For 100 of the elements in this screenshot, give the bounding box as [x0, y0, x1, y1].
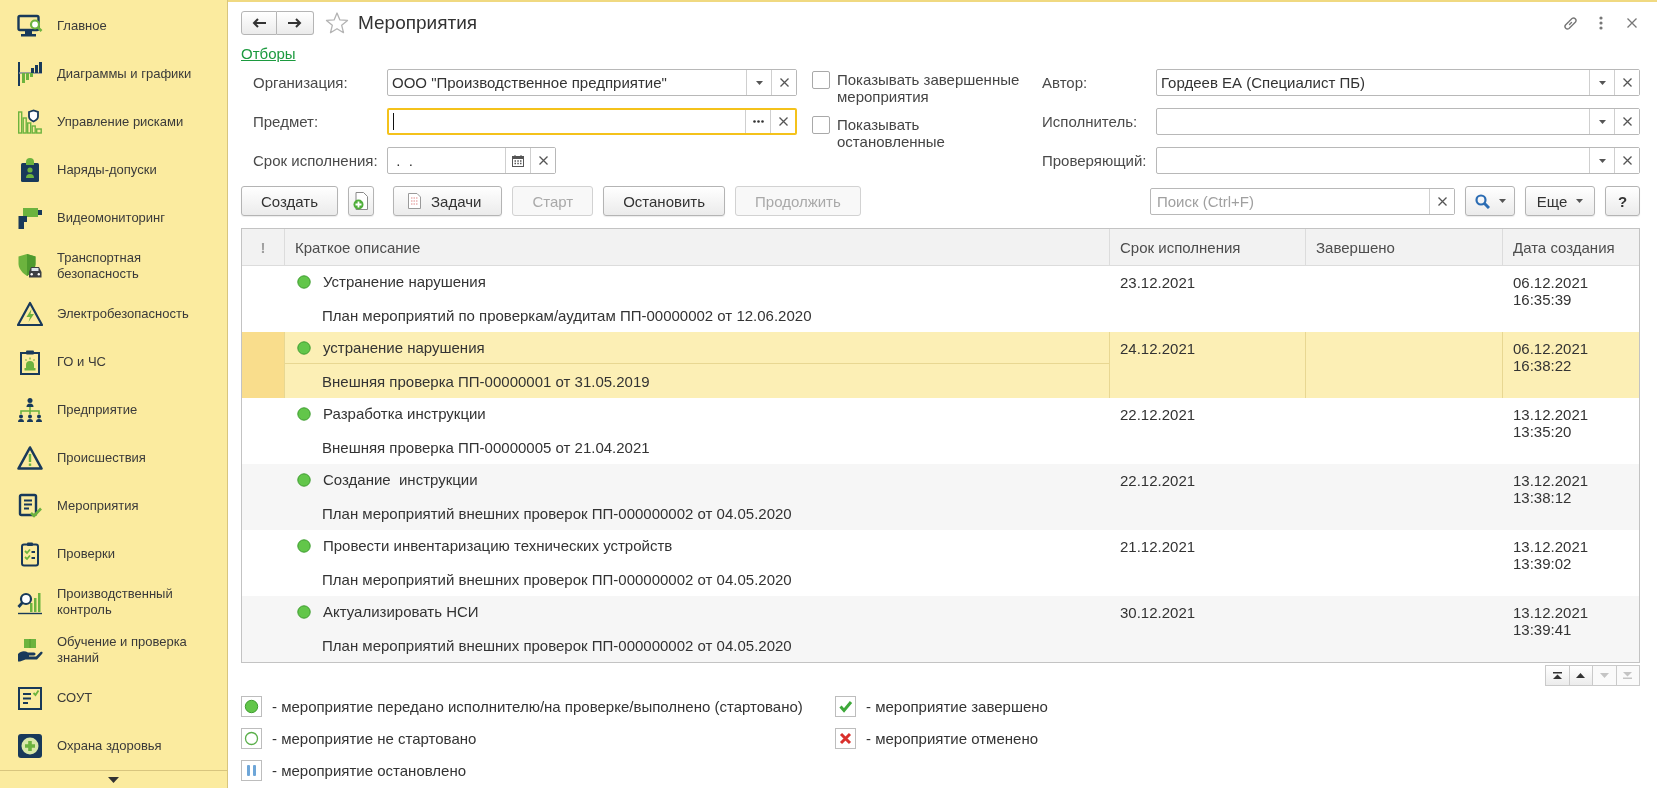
checkbox[interactable] — [812, 71, 830, 89]
field-label: Организация: — [253, 74, 348, 91]
event-title: Актуализировать НСИ — [323, 603, 479, 620]
due-date: 22.12.2021 — [1120, 406, 1196, 423]
table-row[interactable]: Актуализировать НСИ План мероприятий внешних проверок ПП-000000002 от 04.05.2020 30.12.2021 13.12.2021 13:39:41 — [242, 596, 1639, 662]
more-button[interactable]: Еще — [1525, 186, 1595, 216]
status-dot-icon — [297, 604, 311, 619]
sidebar-item[interactable]: Видеомониторинг — [0, 194, 227, 242]
sidebar-item[interactable]: Управление рисками — [0, 98, 227, 146]
column-header[interactable]: Срок исполнения — [1109, 229, 1305, 265]
dropdown-field[interactable] — [1156, 147, 1640, 174]
sidebar-item[interactable]: Проверки — [0, 530, 227, 578]
column-header[interactable]: Краткое описание — [284, 229, 1109, 265]
cross-icon — [1622, 156, 1632, 165]
choice-field[interactable] — [387, 108, 797, 135]
clear-button[interactable] — [771, 70, 796, 95]
caret-down-icon — [108, 776, 119, 783]
sidebar-scroll-button[interactable] — [108, 776, 119, 783]
created-date: 13.12.2021 — [1513, 538, 1589, 555]
clear-button[interactable] — [1614, 109, 1639, 134]
help-button[interactable]: ? — [1605, 186, 1640, 216]
sidebar-item[interactable]: Главное — [0, 2, 227, 50]
caret-down-icon — [1598, 80, 1606, 85]
cross-icon — [835, 727, 856, 749]
sidebar-item[interactable]: Происшествия — [0, 434, 227, 482]
status-dot-icon — [297, 538, 311, 553]
clear-button[interactable] — [1614, 148, 1639, 173]
add-document-icon — [353, 192, 369, 210]
table-row[interactable]: устранение нарушения Внешняя проверка ПП-00000001 от 31.05.2019 24.12.2021 06.12.2021 16:38:22 — [242, 332, 1639, 398]
sidebar-item[interactable]: Производственный контроль — [0, 578, 227, 626]
legend-text: - мероприятие передано исполнителю/на проверке/выполнено (стартовано) — [272, 697, 803, 715]
date-field[interactable]: . . — [387, 147, 556, 174]
sidebar-item[interactable]: Охрана здоровья — [0, 722, 227, 770]
more-vertical-icon[interactable] — [1599, 16, 1603, 30]
sidebar-item[interactable]: Электробезопасность — [0, 290, 227, 338]
caret-down-icon — [1598, 158, 1606, 163]
sidebar-item[interactable]: Диаграммы и графики — [0, 50, 227, 98]
sidebar-item[interactable]: Предприятие — [0, 386, 227, 434]
sidebar-item[interactable]: СОУТ — [0, 674, 227, 722]
ellipsis-icon — [752, 120, 764, 123]
cross-icon — [778, 117, 788, 126]
created-date: 13.12.2021 — [1513, 406, 1589, 423]
search-button[interactable] — [1465, 186, 1515, 216]
scroll-to-top-button[interactable] — [1545, 665, 1570, 686]
row-marker — [242, 332, 284, 398]
toolbar-button[interactable]: Задачи — [393, 186, 503, 216]
event-basis: План мероприятий внешних проверок ПП-000000002 от 04.05.2020 — [322, 636, 792, 654]
pause-icon — [241, 759, 262, 781]
caret-down-icon — [1576, 199, 1584, 203]
document-icon — [408, 193, 421, 209]
event-basis: План мероприятий внешних проверок ПП-000000002 от 04.05.2020 — [322, 570, 792, 588]
created-time: 16:38:22 — [1513, 357, 1572, 374]
filters-link[interactable]: Отборы — [241, 45, 296, 63]
clear-button[interactable] — [1429, 188, 1454, 214]
sidebar-item[interactable]: Мероприятия — [0, 482, 227, 530]
status-dot-icon — [297, 472, 311, 487]
event-title: устранение нарушения — [323, 339, 485, 356]
sidebar-item[interactable]: ГО и ЧС — [0, 338, 227, 386]
link-icon[interactable] — [1562, 14, 1579, 32]
toolbar-button[interactable]: Остановить — [603, 186, 726, 216]
forward-button[interactable] — [277, 11, 314, 35]
sidebar-item[interactable]: Транспортная безопасность — [0, 242, 227, 290]
due-date: 23.12.2021 — [1120, 274, 1196, 291]
due-date: 22.12.2021 — [1120, 472, 1196, 489]
toolbar-button[interactable]: Создать — [241, 186, 338, 216]
cross-icon — [1437, 196, 1447, 206]
created-time: 13:35:20 — [1513, 423, 1572, 440]
caret-up-bar-icon — [1552, 672, 1562, 679]
sidebar-item[interactable]: Наряды-допуски — [0, 146, 227, 194]
field-label: Срок исполнения: — [253, 152, 378, 169]
column-header[interactable]: Дата создания — [1502, 229, 1639, 265]
dropdown-field[interactable] — [1156, 108, 1640, 135]
back-button[interactable] — [241, 11, 277, 35]
created-date: 13.12.2021 — [1513, 604, 1589, 621]
sidebar-item[interactable]: Обучение и проверка знаний — [0, 626, 227, 674]
bar-chart-icon — [17, 61, 43, 87]
add-document-button[interactable] — [348, 186, 374, 216]
dropdown-field[interactable]: Гордеев ЕА (Специалист ПБ) — [1156, 69, 1640, 96]
column-header[interactable]: Завершено — [1305, 229, 1502, 265]
created-time: 13:39:41 — [1513, 621, 1572, 638]
table-row[interactable]: Создание инструкции План мероприятий внешних проверок ПП-000000002 от 04.05.2020 22.12.2021 13.12.2021 13:38:12 — [242, 464, 1639, 530]
field-label: Предмет: — [253, 113, 319, 130]
clear-button[interactable] — [1614, 70, 1639, 95]
caret-down-icon — [1599, 673, 1609, 678]
warning-bolt-icon — [17, 301, 43, 327]
checkmark-icon — [835, 695, 856, 717]
clear-button[interactable] — [530, 148, 555, 173]
event-basis: Внешняя проверка ПП-00000001 от 31.05.2019 — [322, 372, 650, 390]
window-title: Мероприятия — [358, 12, 478, 34]
dropdown-field[interactable]: ООО "Производственное предприятие" — [387, 69, 797, 96]
cross-icon — [1622, 78, 1632, 87]
event-basis: Внешняя проверка ПП-00000005 от 21.04.2021 — [322, 438, 650, 456]
cross-icon — [538, 156, 548, 165]
warning-icon — [17, 445, 43, 471]
event-title: Разработка инструкции — [323, 405, 486, 422]
star-icon[interactable] — [325, 12, 349, 34]
checkbox[interactable] — [812, 116, 830, 134]
close-icon[interactable] — [1627, 18, 1637, 28]
due-date: 21.12.2021 — [1120, 538, 1196, 555]
legend-text: - мероприятие завершено — [866, 697, 1048, 715]
